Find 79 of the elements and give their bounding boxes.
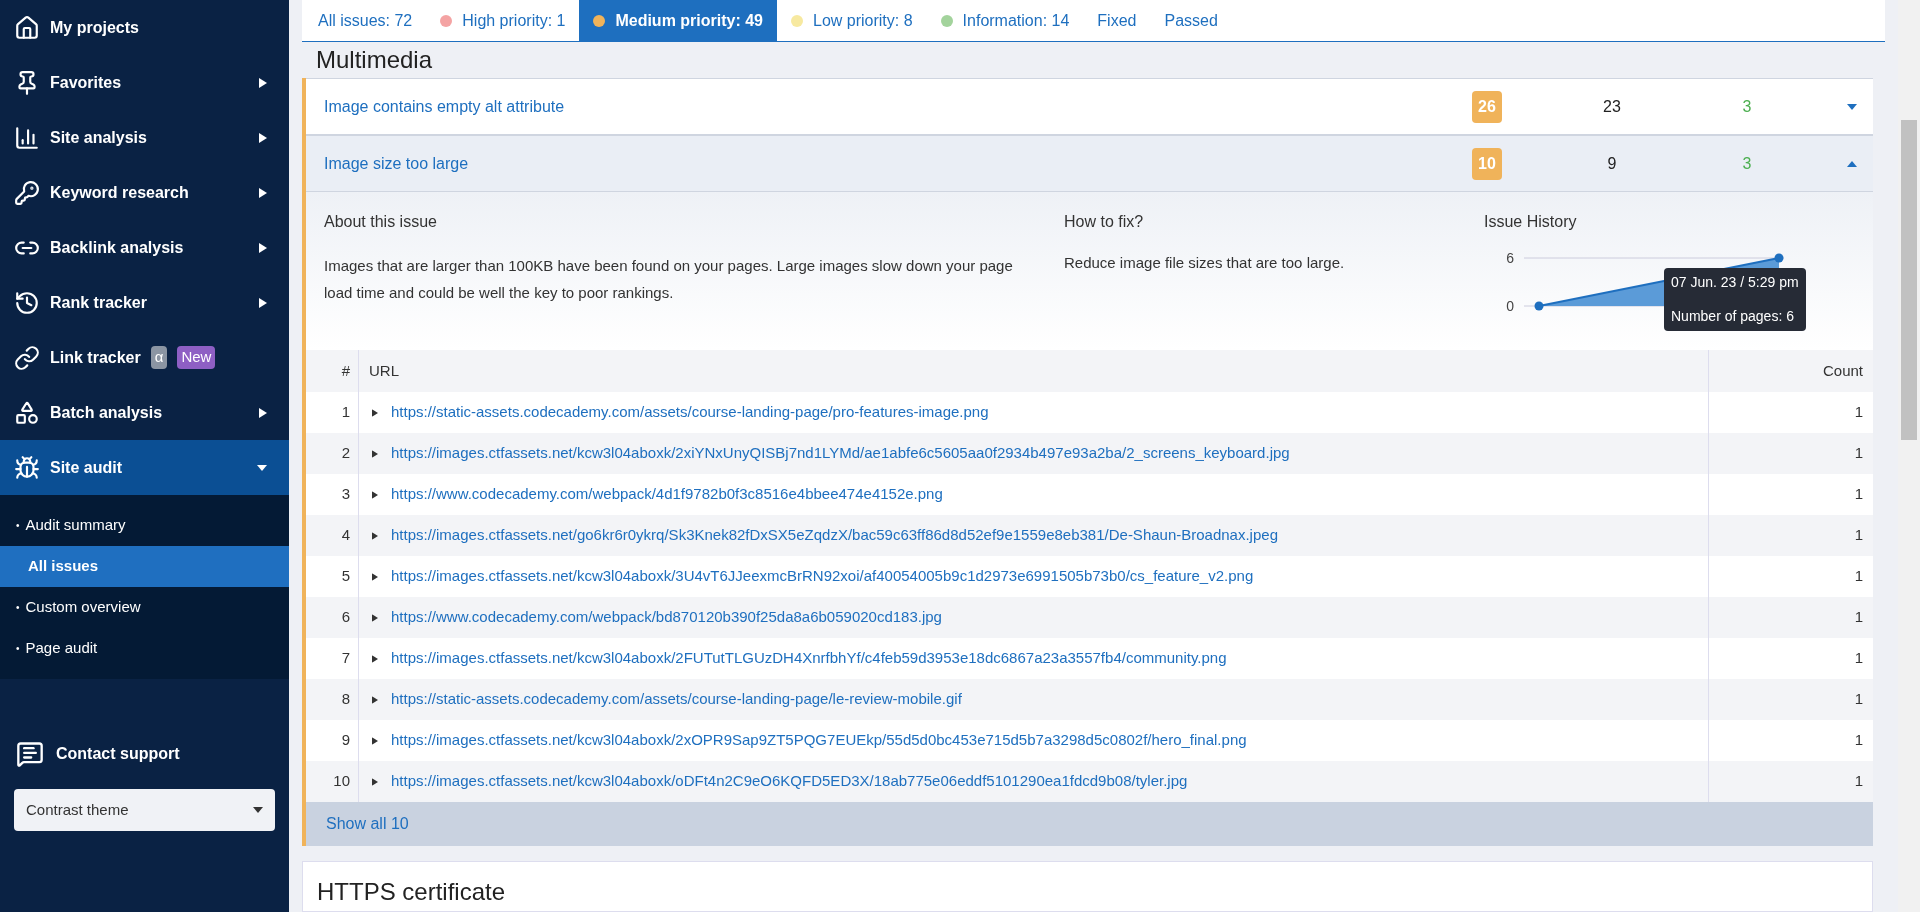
issue-row[interactable]: Image size too large 10 9 3 <box>306 135 1873 192</box>
url-link[interactable]: https://images.ctfassets.net/kcw3l04aboxk/2xiYNxUnyQISBj7nd1LYMd/ae1abfe6c5605aa0f2934b497e93a2ba/2_screens_keyboard.jpg <box>391 442 1290 465</box>
about-title: About this issue <box>324 212 438 232</box>
pages-count: 23 <box>1602 96 1622 117</box>
tooltip-text: Number of pages: 6 <box>1671 307 1795 325</box>
url-link[interactable]: https://www.codecademy.com/webpack/bd870120b390f25da8a6b059020cd183.jpg <box>391 606 942 629</box>
pages-count: 9 <box>1606 153 1618 174</box>
filter-tab[interactable]: Medium priority: 49 <box>579 0 777 41</box>
y-tick-label: 0 <box>1506 298 1514 314</box>
submenu-item[interactable]: • Audit summary <box>0 505 289 546</box>
filter-tab[interactable]: Passed <box>1150 0 1232 41</box>
row-number: 3 <box>340 484 351 505</box>
url-link[interactable]: https://www.codecademy.com/webpack/4d1f9782b0f3c8516e4bbee474e4152e.png <box>391 483 943 506</box>
submenu-item[interactable]: • Custom overview <box>0 587 289 628</box>
about-text: Images that are larger than 100KB have been found on your pages. Large images slow down your page load time and could be well the key to poor rankings. <box>324 256 1014 303</box>
issue-title: Image size too large <box>323 153 470 174</box>
url-link[interactable]: https://images.ctfassets.net/go6kr6r0ykrq/Sk3Knek82fDxSX5eZqdzX/bac59c63ff86d8d52ef9e1559e8eb381/De-Shaun-Broadnax.jpeg <box>391 524 1278 547</box>
fix-title: How to fix? <box>1064 212 1145 232</box>
priority-count-badge: 26 <box>1472 90 1502 123</box>
new-count: 3 <box>1741 153 1753 174</box>
sidebar-item[interactable]: Keyword research <box>0 165 289 220</box>
history-title: Issue History <box>1484 212 1578 232</box>
filter-tab[interactable]: All issues: 72 <box>304 0 427 41</box>
bullet: • <box>16 601 20 615</box>
priority-count-badge: 10 <box>1472 147 1502 180</box>
new-count: 3 <box>1741 96 1753 117</box>
y-tick-label: 6 <box>1506 250 1514 266</box>
row-number: 6 <box>340 607 351 628</box>
row-number: 1 <box>340 402 351 423</box>
sidebar-label: Site audit <box>50 457 122 478</box>
url-link[interactable]: https://images.ctfassets.net/kcw3l04aboxk/2FUTutTLGUzDH4XnrfbhYf/c4feb59d3953e18dc6867a23a3557fb4/community.png <box>391 647 1227 670</box>
row-number: 2 <box>340 443 351 464</box>
submenu-item[interactable]: • Page audit <box>0 628 289 669</box>
sidebar-label: Site analysis <box>50 127 147 148</box>
sidebar-item[interactable]: Backlink analysis <box>0 220 289 275</box>
row-number: 5 <box>340 566 351 587</box>
contact-support-link[interactable]: Contact support <box>0 729 289 779</box>
sidebar-label: Batch analysis <box>50 402 163 423</box>
sidebar-item[interactable]: Rank tracker <box>0 275 289 330</box>
show-all-link[interactable]: Show all 10 <box>326 812 409 836</box>
issue-title: Image contains empty alt attribute <box>323 96 566 117</box>
sidebar-label: Keyword research <box>50 182 189 203</box>
sidebar-item[interactable]: Link tracker α New <box>0 330 289 385</box>
filter-tab[interactable]: High priority: 1 <box>426 0 580 41</box>
submenu-item[interactable]: All issues <box>0 546 289 587</box>
filter-tab[interactable]: Information: 14 <box>926 0 1084 41</box>
bullet: • <box>16 519 20 533</box>
tooltip-date: 07 Jun. 23 / 5:29 pm <box>1671 274 1799 292</box>
alpha-badge: α <box>150 346 168 369</box>
sidebar-item[interactable]: Batch analysis <box>0 385 289 440</box>
url-link[interactable]: https://static-assets.codecademy.com/assets/course-landing-page/le-review-mobile.gif <box>391 688 962 711</box>
issue-row[interactable]: Image contains empty alt attribute 26 23 3 <box>306 78 1873 135</box>
row-number: 7 <box>340 648 351 669</box>
row-number: 9 <box>340 730 351 751</box>
column-header: # <box>340 360 351 381</box>
filter-tab[interactable]: Low priority: 8 <box>777 0 927 41</box>
sidebar-item[interactable]: My projects <box>0 0 289 55</box>
fix-text: Reduce image file sizes that are too large. <box>1064 253 1346 273</box>
section-title: HTTPS certificate <box>317 878 506 905</box>
sidebar-label: My projects <box>50 17 139 38</box>
sidebar-label: Backlink analysis <box>50 237 184 258</box>
row-number: 4 <box>340 525 351 546</box>
sidebar-label: Link tracker <box>50 347 141 368</box>
sidebar-label: Favorites <box>50 72 122 93</box>
row-number: 8 <box>340 689 351 710</box>
bullet: • <box>16 642 20 656</box>
row-number: 10 <box>332 771 351 792</box>
sidebar-label: Rank tracker <box>50 292 147 313</box>
url-link[interactable]: https://static-assets.codecademy.com/assets/course-landing-page/pro-features-image.png <box>391 401 989 424</box>
filter-tab[interactable]: Fixed <box>1083 0 1151 41</box>
section-title: Multimedia <box>315 45 434 75</box>
sidebar-item[interactable]: Site audit <box>0 440 289 495</box>
url-link[interactable]: https://images.ctfassets.net/kcw3l04aboxk/oDFt4n2C9eO6KQFD5ED3X/18ab775e06eddf5101290ea1fdcd9b08/tyler.jpg <box>391 770 1188 793</box>
theme-select[interactable]: Contrast theme <box>14 789 275 831</box>
sidebar-item[interactable]: Site analysis <box>0 110 289 165</box>
new-badge: New <box>177 346 216 369</box>
url-link[interactable]: https://images.ctfassets.net/kcw3l04aboxk/2xOPR9Sap9ZT5PQG7EUEkp/55d5d0bc453e715d5b7a3298d5c0802f/hero_final.png <box>391 729 1247 752</box>
url-link[interactable]: https://images.ctfassets.net/kcw3l04aboxk/3U4vT6JJeexmcBrRN92xoi/af40054005b9c1d2973e6991505b73b0/cs_feature_v2.png <box>391 565 1254 588</box>
sidebar-item[interactable]: Favorites <box>0 55 289 110</box>
